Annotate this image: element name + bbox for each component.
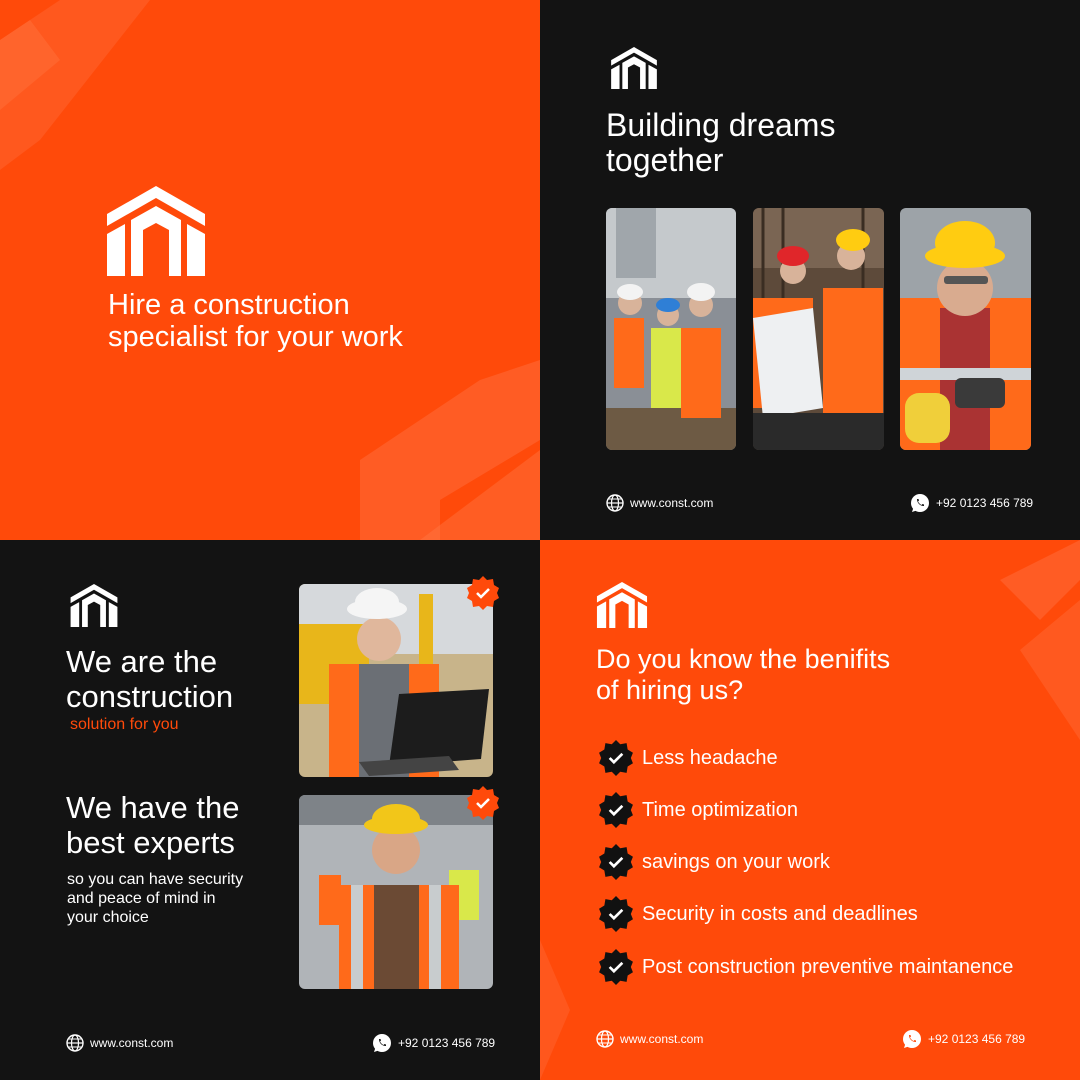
check-badge-icon (599, 792, 633, 828)
photo-engineer-laptop (299, 584, 493, 777)
benefit-item: savings on your work (598, 844, 830, 880)
phone-number[interactable]: +92 0123 456 789 (936, 496, 1033, 510)
body-line-1: so you can have security (67, 871, 244, 888)
check-badge-icon (599, 949, 633, 985)
photo-senior-worker-grinder (900, 208, 1031, 450)
subheading-accent: solution for you (70, 716, 179, 733)
headline-line-2: of hiring us? (596, 675, 744, 705)
check-badge-icon (599, 844, 633, 880)
whatsapp-icon (903, 1030, 921, 1048)
house-logo-icon (70, 584, 118, 627)
website-link[interactable]: www.const.com (630, 496, 713, 510)
whatsapp-icon (373, 1034, 391, 1052)
website-link[interactable]: www.const.com (90, 1036, 173, 1050)
globe-icon (66, 1034, 84, 1052)
globe-icon (596, 1030, 614, 1048)
benefit-label: Post construction preventive maintanence (642, 955, 1014, 978)
benefit-item: Time optimization (598, 792, 798, 828)
photo-worker-portrait (299, 795, 493, 989)
house-logo-icon (596, 582, 648, 628)
benefit-label: savings on your work (642, 850, 830, 873)
phone-number[interactable]: +92 0123 456 789 (928, 1032, 1025, 1046)
headline-line-2: together (606, 142, 724, 178)
panel-building-dreams: Building dreams together www.const.com +… (540, 0, 1080, 540)
headline-line-1: Do you know the benifits (596, 644, 891, 674)
heading-line-2: construction (66, 679, 234, 714)
body-line-3: your choice (67, 909, 149, 926)
benefit-label: Security in costs and deadlines (642, 902, 918, 925)
photo-workers-group (606, 208, 736, 450)
headline-line-1: Hire a construction (108, 289, 350, 321)
decorative-chevron-shape (0, 0, 540, 540)
panel-hire-specialist: Hire a construction specialist for your … (0, 0, 540, 540)
benefit-label: Time optimization (642, 798, 798, 821)
benefit-item: Security in costs and deadlines (598, 896, 918, 932)
body-line-2: and peace of mind in (67, 890, 216, 907)
check-badge-icon (467, 786, 499, 820)
house-logo-icon (611, 47, 657, 89)
check-badge-icon (467, 576, 499, 610)
panel-benefits: Do you know the benifits of hiring us? L… (540, 540, 1080, 1080)
heading2-line-1: We have the (66, 790, 240, 825)
website-link[interactable]: www.const.com (620, 1032, 703, 1046)
heading2-line-2: best experts (66, 825, 235, 860)
phone-number[interactable]: +92 0123 456 789 (398, 1036, 495, 1050)
check-badge-icon (599, 896, 633, 932)
headline-line-2: specialist for your work (108, 321, 403, 353)
photo-engineers-blueprint (753, 208, 884, 450)
house-logo-icon (107, 186, 205, 276)
check-badge-icon (599, 740, 633, 776)
heading-line-1: We are the (66, 644, 218, 679)
globe-icon (606, 494, 624, 512)
whatsapp-icon (911, 494, 929, 512)
benefit-label: Less headache (642, 746, 778, 769)
panel-construction-solution: We are the construction solution for you… (0, 540, 540, 1080)
benefit-item: Post construction preventive maintanence (598, 949, 1013, 985)
benefit-item: Less headache (598, 740, 778, 776)
headline-line-1: Building dreams (606, 107, 836, 143)
